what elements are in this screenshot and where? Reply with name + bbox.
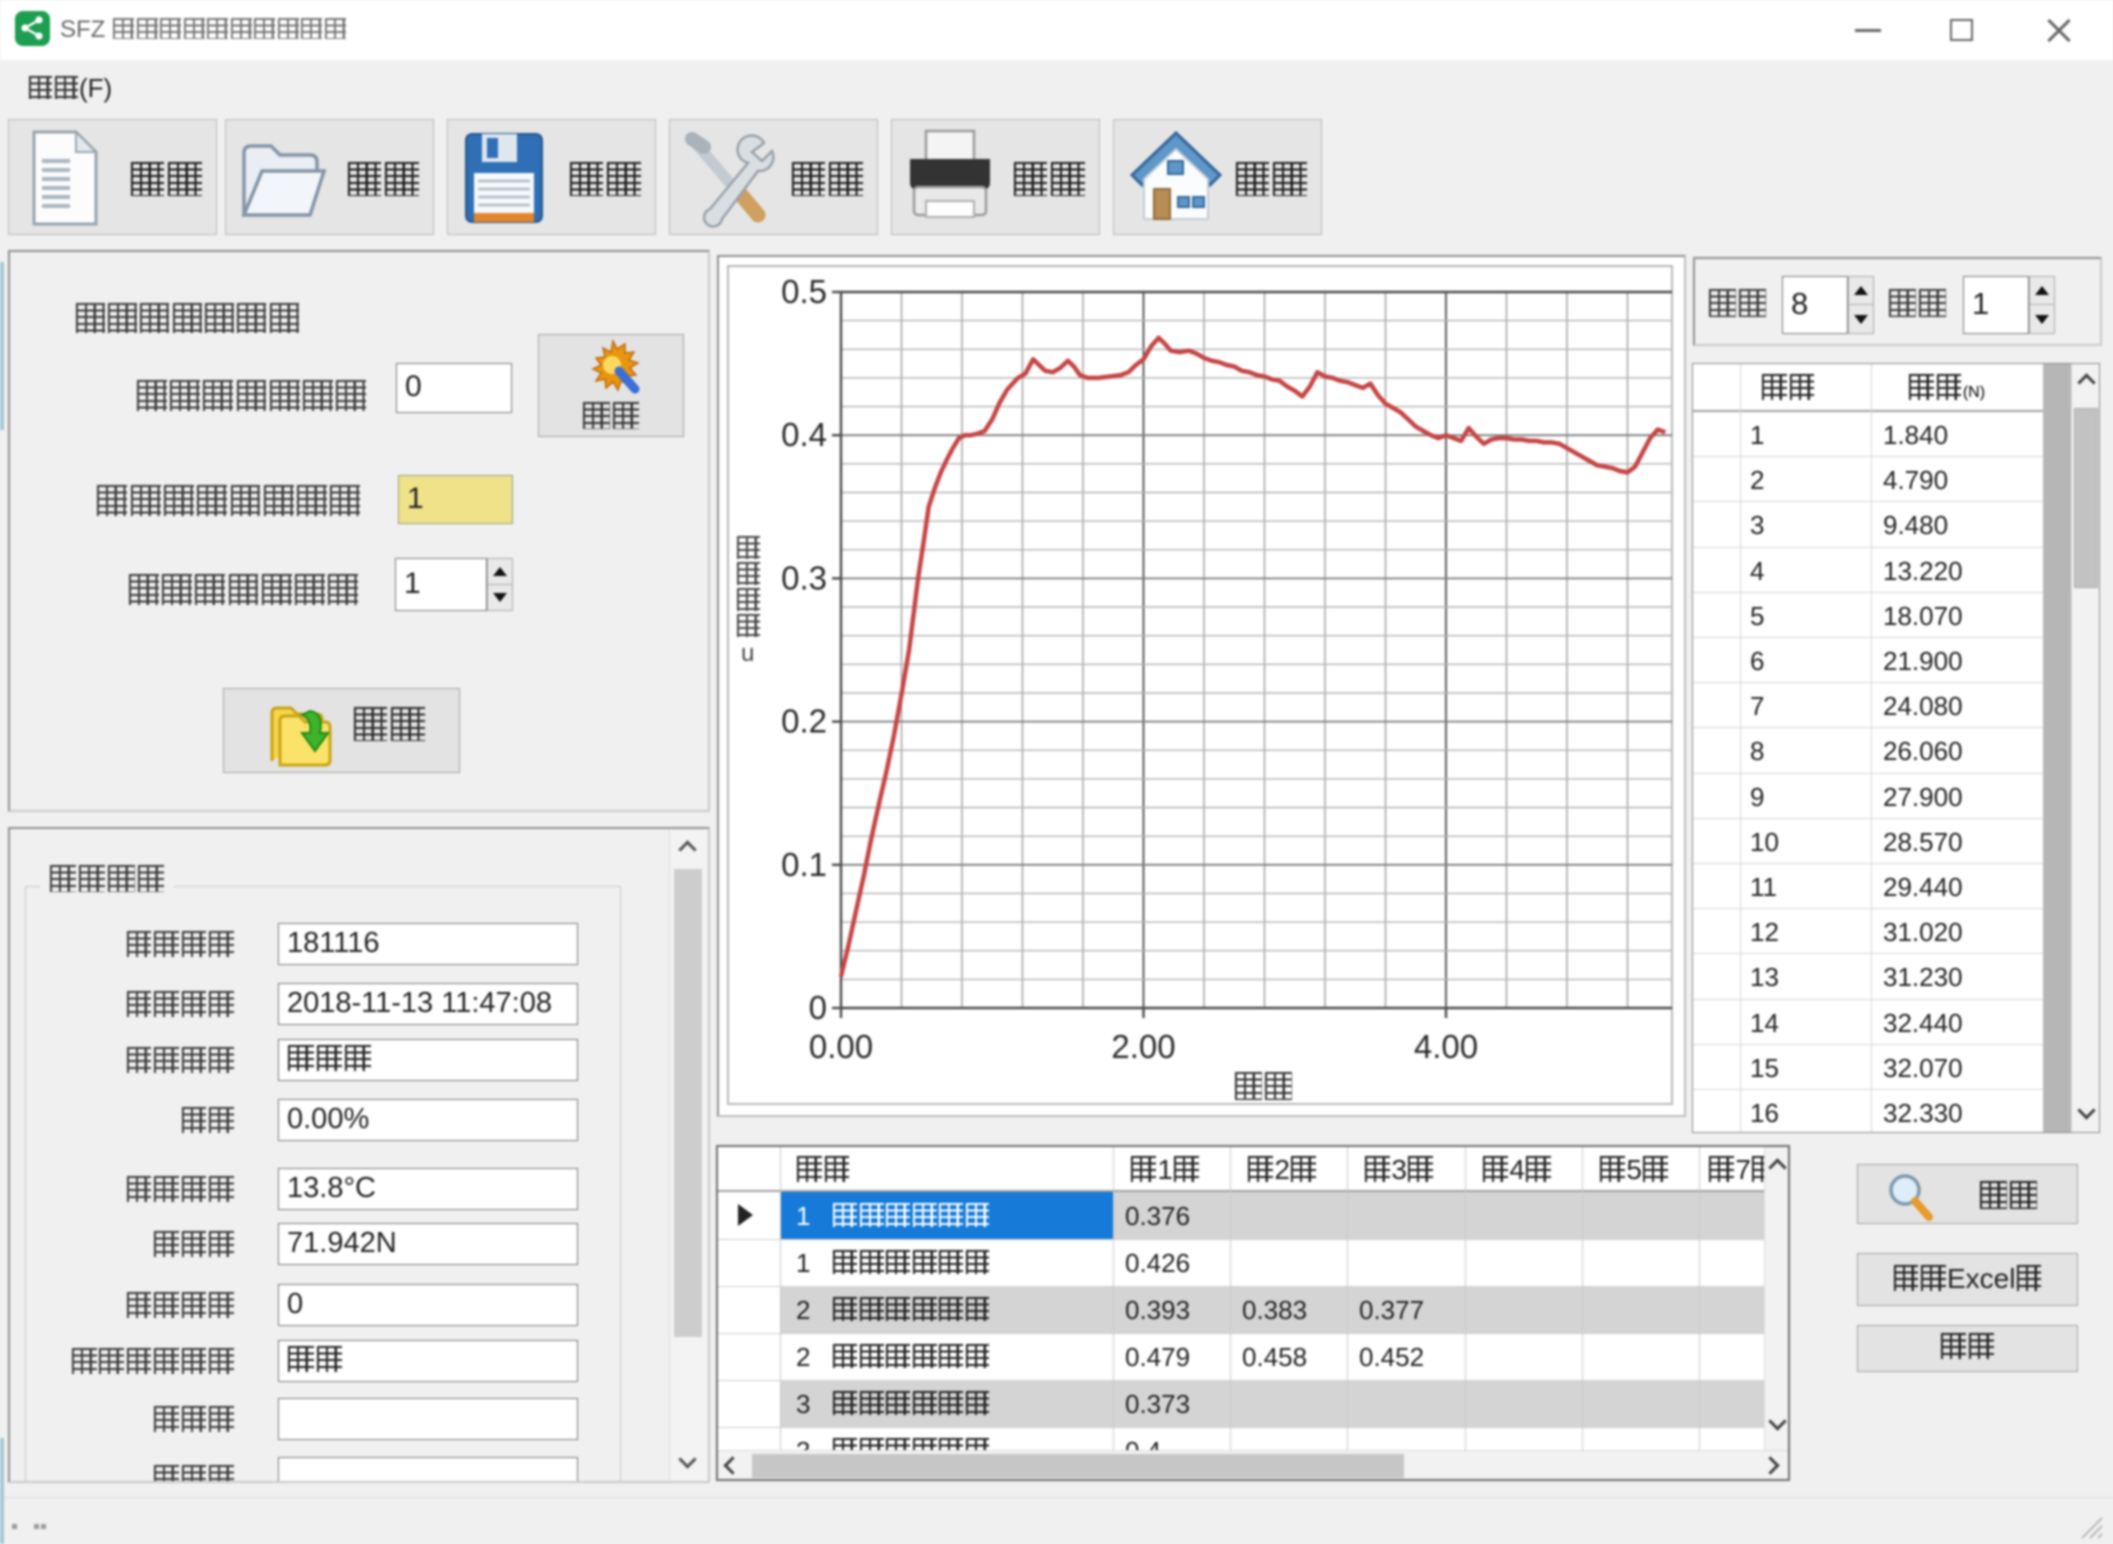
svg-text:0.2: 0.2 bbox=[781, 703, 827, 740]
svg-text:0.4: 0.4 bbox=[781, 416, 827, 453]
svg-text:0.1: 0.1 bbox=[781, 846, 827, 883]
svg-text:0.5: 0.5 bbox=[781, 273, 827, 310]
svg-text:2.00: 2.00 bbox=[1111, 1028, 1175, 1065]
svg-text:0.00: 0.00 bbox=[809, 1028, 873, 1065]
svg-text:4.00: 4.00 bbox=[1414, 1028, 1478, 1065]
svg-text:0.3: 0.3 bbox=[781, 559, 827, 596]
svg-text:0: 0 bbox=[809, 989, 827, 1026]
